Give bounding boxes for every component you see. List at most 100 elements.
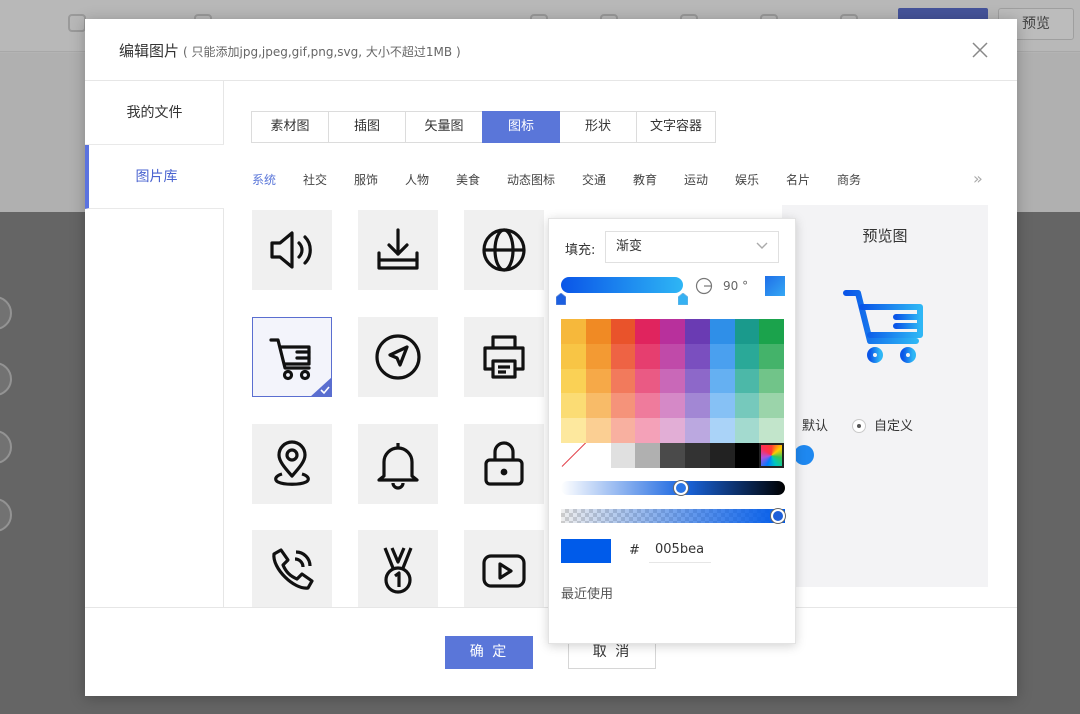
color-swatch[interactable] [635, 418, 661, 443]
color-swatch[interactable] [709, 418, 735, 443]
icon-tile-printer[interactable] [464, 317, 544, 397]
icon-tile-navigation[interactable] [358, 317, 438, 397]
radio-custom[interactable]: 自定义 [852, 415, 913, 434]
sidebar-item-my-files[interactable]: 我的文件 [85, 81, 224, 145]
color-swatch[interactable] [684, 393, 710, 419]
gradient-swatch[interactable] [765, 276, 785, 296]
color-swatch[interactable] [585, 393, 611, 419]
close-icon[interactable] [969, 39, 991, 61]
no-color-swatch[interactable] [561, 442, 586, 468]
color-swatch[interactable] [660, 418, 685, 443]
color-swatch[interactable] [734, 393, 760, 419]
angle-icon[interactable] [695, 277, 713, 295]
color-swatch[interactable] [585, 418, 611, 443]
color-swatch[interactable] [610, 368, 636, 394]
icon-tile-cart[interactable] [252, 317, 332, 397]
color-swatch[interactable] [635, 319, 661, 344]
icon-tile-medal[interactable] [358, 530, 438, 607]
category-transport[interactable]: 交通 [582, 171, 606, 188]
color-swatch[interactable] [709, 319, 735, 344]
more-categories-icon[interactable]: » [973, 169, 983, 188]
color-swatch[interactable] [610, 442, 636, 468]
radio-custom-circle[interactable] [852, 418, 866, 433]
color-swatch[interactable] [684, 343, 710, 369]
color-swatch[interactable] [684, 319, 710, 344]
color-swatch[interactable] [734, 368, 760, 394]
fill-mode-select[interactable]: 渐变 [605, 231, 779, 263]
icon-tile-globe[interactable] [464, 210, 544, 290]
icon-tile-lock[interactable] [464, 424, 544, 504]
tab-text-container[interactable]: 文字容器 [636, 111, 716, 143]
color-swatch[interactable] [585, 343, 611, 369]
color-swatch[interactable] [759, 393, 785, 419]
color-swatch[interactable] [734, 442, 760, 468]
color-swatch[interactable] [585, 442, 611, 468]
color-swatch[interactable] [610, 343, 636, 369]
color-swatch[interactable] [585, 368, 611, 394]
icon-tile-video[interactable] [464, 530, 544, 607]
color-swatch[interactable] [660, 368, 685, 394]
color-swatch[interactable] [561, 319, 586, 344]
color-swatch[interactable] [610, 393, 636, 419]
category-clothing[interactable]: 服饰 [354, 171, 378, 188]
category-education[interactable]: 教育 [633, 171, 657, 188]
custom-color-swatch[interactable] [759, 442, 785, 468]
color-swatch[interactable] [709, 368, 735, 394]
tab-material[interactable]: 素材图 [251, 111, 329, 143]
color-swatch[interactable] [660, 343, 685, 369]
gradient-stop-start[interactable] [556, 293, 566, 305]
confirm-button[interactable]: 确 定 [445, 636, 533, 669]
color-swatch[interactable] [709, 393, 735, 419]
icon-tile-bell[interactable] [358, 424, 438, 504]
color-tone-slider[interactable] [561, 481, 785, 495]
category-food[interactable]: 美食 [456, 171, 480, 188]
color-swatch[interactable] [610, 418, 636, 443]
color-swatch[interactable] [635, 442, 661, 468]
color-swatch[interactable] [660, 393, 685, 419]
color-swatch-button[interactable] [794, 445, 814, 465]
tab-icons[interactable]: 图标 [482, 111, 560, 143]
sidebar-item-image-library[interactable]: 图片库 [85, 145, 224, 209]
color-swatch[interactable] [635, 368, 661, 394]
color-swatch[interactable] [585, 319, 611, 344]
icon-tile-phone[interactable] [252, 530, 332, 607]
category-animated[interactable]: 动态图标 [507, 171, 555, 188]
icon-tile-location[interactable] [252, 424, 332, 504]
category-people[interactable]: 人物 [405, 171, 429, 188]
icon-tile-speaker[interactable] [252, 210, 332, 290]
category-social[interactable]: 社交 [303, 171, 327, 188]
category-business-card[interactable]: 名片 [786, 171, 810, 188]
color-swatch[interactable] [684, 418, 710, 443]
color-swatch[interactable] [759, 418, 785, 443]
color-swatch[interactable] [734, 418, 760, 443]
color-swatch[interactable] [561, 393, 586, 419]
gradient-angle[interactable]: 90 ° [723, 279, 748, 293]
color-tone-slider-handle[interactable] [674, 481, 688, 495]
category-system[interactable]: 系统 [252, 171, 276, 188]
color-swatch[interactable] [734, 319, 760, 344]
color-swatch[interactable] [660, 442, 685, 468]
color-swatch[interactable] [561, 368, 586, 394]
color-swatch[interactable] [759, 319, 785, 344]
gradient-stop-end[interactable] [678, 293, 688, 305]
hex-color-input[interactable] [649, 537, 711, 563]
color-swatch[interactable] [561, 343, 586, 369]
color-swatch[interactable] [635, 343, 661, 369]
color-swatch[interactable] [610, 319, 636, 344]
opacity-slider-handle[interactable] [771, 509, 785, 523]
color-swatch[interactable] [684, 368, 710, 394]
color-swatch[interactable] [684, 442, 710, 468]
color-swatch[interactable] [660, 319, 685, 344]
tab-illustration[interactable]: 插图 [328, 111, 406, 143]
color-swatch[interactable] [709, 442, 735, 468]
category-entertainment[interactable]: 娱乐 [735, 171, 759, 188]
tab-vector[interactable]: 矢量图 [405, 111, 483, 143]
color-swatch[interactable] [561, 418, 586, 443]
color-swatch[interactable] [635, 393, 661, 419]
category-business[interactable]: 商务 [837, 171, 861, 188]
icon-tile-download[interactable] [358, 210, 438, 290]
color-swatch[interactable] [759, 368, 785, 394]
category-sports[interactable]: 运动 [684, 171, 708, 188]
color-swatch[interactable] [709, 343, 735, 369]
color-swatch[interactable] [734, 343, 760, 369]
